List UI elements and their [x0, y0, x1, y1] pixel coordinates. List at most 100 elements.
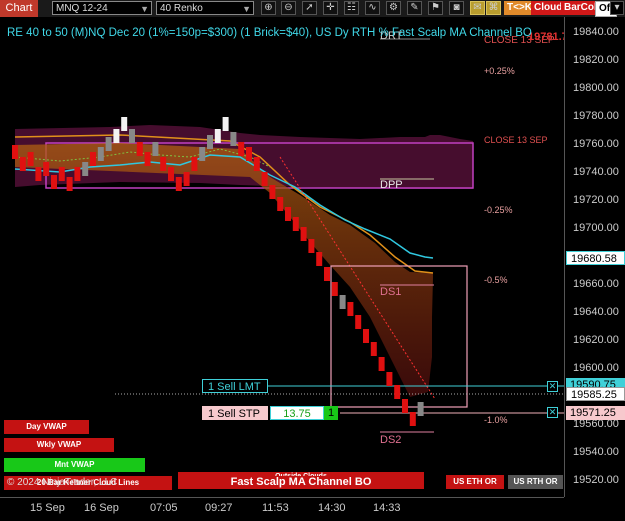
- renko-brick: [90, 152, 96, 166]
- renko-brick: [129, 129, 135, 143]
- renko-brick: [35, 167, 42, 181]
- time-label: 14:30: [318, 502, 346, 514]
- renko-brick: [417, 402, 424, 416]
- strategy-banner[interactable]: Fast Scalp MA Channel BO: [178, 476, 424, 489]
- copyright-text: © 2024 NinjaTrader, LLC: [7, 477, 118, 488]
- renko-brick: [363, 329, 369, 343]
- renko-brick: [175, 177, 182, 191]
- instrument-value: MNQ 12-24: [56, 3, 108, 14]
- renko-brick: [308, 239, 315, 253]
- renko-brick: [144, 152, 151, 166]
- renko-brick: [277, 197, 284, 211]
- renko-brick: [238, 142, 245, 156]
- renko-brick: [191, 157, 198, 171]
- day-vwap-button[interactable]: Day VWAP: [4, 420, 89, 434]
- renko-brick: [269, 185, 276, 199]
- price-label: 19740.00: [573, 166, 619, 178]
- renko-brick: [261, 172, 268, 186]
- renko-brick: [378, 357, 385, 371]
- close-stp-icon[interactable]: ✕: [547, 407, 558, 418]
- renko-brick: [370, 342, 377, 356]
- strategies-icon[interactable]: ⚙: [386, 1, 401, 15]
- sell-stp-price-flag: 19571.25: [566, 406, 625, 420]
- renko-brick: [19, 157, 26, 171]
- renko-brick: [331, 282, 338, 296]
- renko-brick: [409, 412, 416, 426]
- renko-brick: [285, 207, 291, 221]
- stp-pnl-value: 13.75: [270, 406, 324, 420]
- renko-brick: [199, 147, 206, 161]
- price-label: 19640.00: [573, 306, 619, 318]
- dropdown-chevron-icon[interactable]: ▾: [610, 1, 624, 15]
- pct-label-minus025: -0.25%: [484, 205, 513, 215]
- renko-brick: [27, 152, 34, 166]
- period-value: 40 Renko: [160, 3, 203, 14]
- instrument-selector[interactable]: MNQ 12-24 ▼: [52, 1, 152, 15]
- wkly-vwap-button[interactable]: Wkly VWAP: [4, 438, 114, 452]
- barcol-toggle-button[interactable]: BarCol: [561, 1, 600, 15]
- chart-tab[interactable]: Chart: [0, 0, 38, 17]
- ds2-label: DS2: [380, 434, 402, 446]
- renko-brick: [316, 252, 323, 266]
- price-label: 19540.00: [573, 446, 619, 458]
- pointer-icon[interactable]: ➚: [302, 1, 317, 15]
- zoom-out-icon[interactable]: ⊖: [281, 1, 296, 15]
- renko-brick: [324, 267, 330, 281]
- mnt-vwap-button[interactable]: Mnt VWAP: [4, 458, 145, 472]
- time-label: 11:53: [262, 502, 289, 514]
- renko-brick: [121, 117, 128, 131]
- snapshot-icon[interactable]: ◙: [449, 1, 464, 15]
- renko-brick: [43, 162, 50, 176]
- price-label: 19780.00: [573, 110, 619, 122]
- time-label: 14:33: [373, 502, 401, 514]
- sell-lmt-order[interactable]: 1 Sell LMT: [202, 379, 268, 393]
- renko-brick: [402, 399, 408, 413]
- price-label: 19520.00: [573, 474, 619, 486]
- us-eth-or-button[interactable]: US ETH OR: [446, 475, 504, 489]
- time-label: 09:27: [205, 502, 233, 514]
- renko-brick: [214, 129, 221, 143]
- price-label: 19700.00: [573, 222, 619, 234]
- crosshair-icon[interactable]: ✛: [323, 1, 338, 15]
- drawing-tools-icon[interactable]: ✎: [407, 1, 422, 15]
- renko-brick: [168, 167, 174, 181]
- renko-brick: [355, 315, 362, 329]
- chart-title: RE 40 to 50 (M)NQ Dec 20 (1%=150p=$300) …: [7, 27, 532, 39]
- last-price-flag: 19585.25: [566, 387, 625, 401]
- chart-toolbar: Chart MNQ 12-24 ▼ 40 Renko ▼ ⊕ ⊖ ➚ ✛ ☷ ∿…: [0, 0, 625, 18]
- renko-brick: [113, 129, 120, 143]
- stp-qty[interactable]: 1: [324, 406, 338, 420]
- renko-brick: [136, 142, 143, 156]
- renko-brick: [51, 175, 57, 189]
- renko-brick: [207, 135, 213, 149]
- pct-label-minus1: -1.0%: [484, 415, 508, 425]
- renko-brick: [74, 167, 81, 181]
- price-label: 19800.00: [573, 82, 619, 94]
- attach-icon[interactable]: ⌘: [486, 1, 501, 15]
- price-label: 19760.00: [573, 138, 619, 150]
- time-label: 16 Sep: [84, 502, 119, 514]
- renko-brick: [97, 147, 104, 161]
- close-lmt-icon[interactable]: ✕: [547, 381, 558, 392]
- us-rth-or-button[interactable]: US RTH OR: [508, 475, 563, 489]
- price-label: 19600.00: [573, 362, 619, 374]
- period-selector[interactable]: 40 Renko ▼: [156, 1, 254, 15]
- indicators-icon[interactable]: ∿: [365, 1, 380, 15]
- properties-icon[interactable]: ☷: [344, 1, 359, 15]
- chart-plot-area[interactable]: CLOSE 13 SEP 19781.75 DRT CLOSE 13 SEP +…: [0, 17, 574, 497]
- time-axis[interactable]: 15 Sep 16 Sep 07:05 09:27 11:53 14:30 14…: [0, 497, 564, 521]
- price-label: 19660.00: [573, 278, 619, 290]
- hide-drawings-icon[interactable]: ⚑: [428, 1, 443, 15]
- pct-label-plus025: +0.25%: [484, 66, 515, 76]
- renko-brick: [66, 177, 73, 191]
- sell-stp-order[interactable]: 1 Sell STP: [202, 406, 268, 420]
- renko-brick: [253, 157, 260, 171]
- time-label: 15 Sep: [30, 502, 65, 514]
- renko-brick: [300, 227, 307, 241]
- zoom-in-icon[interactable]: ⊕: [261, 1, 276, 15]
- renko-brick: [339, 295, 346, 309]
- share-icon[interactable]: ✉: [470, 1, 485, 15]
- renko-brick: [58, 167, 65, 181]
- renko-brick: [152, 142, 159, 156]
- renko-brick: [394, 385, 401, 399]
